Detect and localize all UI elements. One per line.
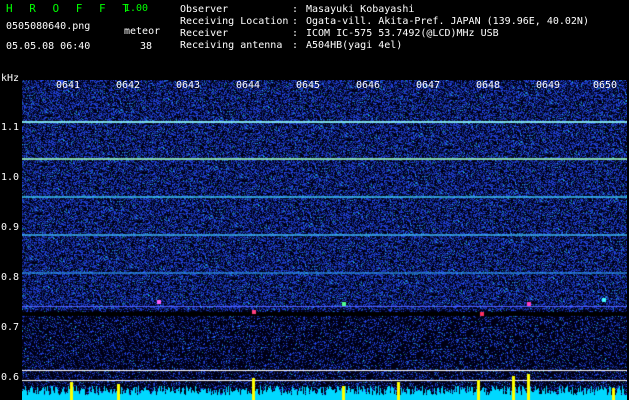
file-name: 0505080640.png: [6, 21, 91, 32]
capture-datetime: 05.05.08 06:40: [6, 41, 91, 52]
y-tick-0-6: 0.6: [1, 372, 20, 383]
y-tick-0-7: 0.7: [1, 322, 20, 333]
time-tick-0643: 0643: [176, 80, 201, 91]
time-tick-0642: 0642: [116, 80, 141, 91]
antenna-sep: :: [292, 40, 299, 51]
observer-label: Observer: [180, 4, 229, 15]
time-tick-0645: 0645: [296, 80, 321, 91]
meteor-count: 38: [140, 41, 153, 52]
receiver-sep: :: [292, 28, 299, 39]
receiver-value: ICOM IC-575 53.7492(@LCD)MHz USB: [306, 28, 499, 39]
observer-sep: :: [292, 4, 299, 15]
receiver-label: Receiver: [180, 28, 229, 39]
location-sep: :: [292, 16, 299, 27]
antenna-value: A504HB(yagi 4el): [306, 40, 403, 51]
observer-value: Masayuki Kobayashi: [306, 4, 415, 15]
y-tick-0-9: 0.9: [1, 222, 20, 233]
app-name: H R O F F T: [6, 2, 134, 15]
app-version: 1.00: [124, 3, 149, 14]
location-label: Receiving Location: [180, 16, 289, 27]
time-tick-0647: 0647: [416, 80, 441, 91]
y-tick-1-1: 1.1: [1, 122, 20, 133]
location-value: Ogata-vill. Akita-Pref. JAPAN (139.96E, …: [306, 16, 589, 27]
antenna-label: Receiving antenna: [180, 40, 283, 51]
time-tick-0648: 0648: [476, 80, 501, 91]
hrofft-window: H R O F F T 1.00 0505080640.png meteor 0…: [0, 0, 629, 400]
y-tick-1-0: 1.0: [1, 172, 20, 183]
time-tick-0646: 0646: [356, 80, 381, 91]
y-tick-0-8: 0.8: [1, 272, 20, 283]
time-tick-0641: 0641: [56, 80, 81, 91]
y-axis-unit: kHz: [1, 73, 20, 84]
spectrogram-plot: [22, 80, 627, 400]
meteor-label: meteor: [124, 26, 161, 37]
time-tick-0650: 0650: [593, 80, 618, 91]
time-tick-0649: 0649: [536, 80, 561, 91]
time-tick-0644: 0644: [236, 80, 261, 91]
